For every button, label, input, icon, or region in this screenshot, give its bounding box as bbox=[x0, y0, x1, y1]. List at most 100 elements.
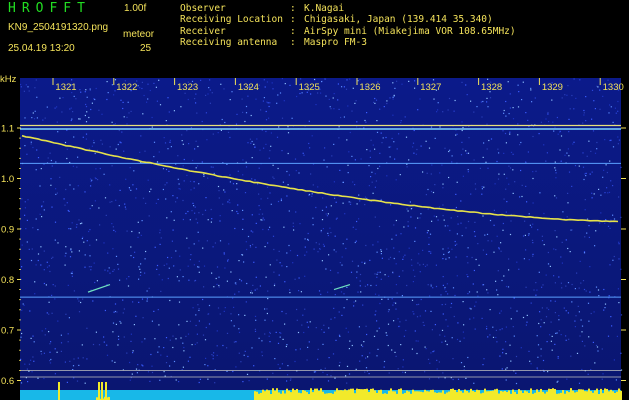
noise-dot bbox=[559, 131, 561, 133]
noise-dot bbox=[433, 215, 435, 217]
noise-dot bbox=[390, 204, 392, 206]
noise-dot bbox=[226, 332, 229, 334]
level-bar bbox=[430, 389, 432, 400]
noise-dot bbox=[71, 118, 73, 120]
noise-dot bbox=[296, 254, 299, 257]
noise-dot bbox=[550, 340, 552, 342]
noise-dot bbox=[71, 272, 73, 275]
noise-dot bbox=[364, 261, 366, 263]
noise-dot bbox=[55, 161, 57, 163]
noise-dot bbox=[393, 320, 395, 322]
noise-dot bbox=[93, 139, 95, 142]
noise-dot bbox=[475, 301, 477, 303]
noise-dot bbox=[541, 286, 543, 288]
noise-dot bbox=[308, 194, 310, 196]
noise-dot bbox=[400, 120, 402, 122]
noise-dot bbox=[594, 245, 596, 247]
noise-dot bbox=[366, 149, 368, 151]
level-bar bbox=[518, 389, 520, 400]
noise-dot bbox=[346, 139, 348, 141]
noise-dot bbox=[20, 336, 22, 338]
noise-dot bbox=[519, 196, 521, 198]
noise-dot bbox=[485, 253, 488, 255]
noise-dot bbox=[269, 192, 271, 194]
noise-dot bbox=[273, 271, 275, 273]
noise-dot bbox=[195, 324, 197, 327]
noise-dot bbox=[531, 239, 534, 241]
noise-dot bbox=[470, 100, 472, 102]
noise-dot bbox=[441, 164, 443, 166]
noise-dot bbox=[554, 300, 556, 302]
noise-dot bbox=[291, 117, 293, 119]
level-bar bbox=[300, 393, 302, 400]
noise-dot bbox=[173, 110, 175, 112]
noise-dot bbox=[359, 360, 361, 362]
level-bar bbox=[408, 391, 410, 400]
noise-dot bbox=[615, 112, 617, 114]
noise-dot bbox=[410, 208, 412, 210]
noise-dot bbox=[425, 140, 427, 142]
noise-dot bbox=[216, 283, 218, 285]
noise-dot bbox=[124, 203, 126, 205]
noise-dot bbox=[567, 85, 569, 87]
level-bar bbox=[406, 390, 408, 400]
noise-dot bbox=[540, 319, 542, 321]
noise-dot bbox=[374, 148, 376, 150]
noise-dot bbox=[194, 206, 196, 208]
noise-dot bbox=[435, 285, 438, 288]
noise-dot bbox=[335, 201, 337, 203]
noise-dot bbox=[151, 126, 153, 128]
noise-dot bbox=[164, 142, 167, 144]
noise-dot bbox=[322, 343, 324, 345]
noise-dot bbox=[422, 249, 424, 251]
noise-dot bbox=[66, 129, 68, 131]
noise-dot bbox=[256, 138, 258, 140]
noise-dot bbox=[111, 360, 113, 362]
noise-dot bbox=[329, 227, 331, 229]
level-spike bbox=[101, 382, 103, 400]
noise-dot bbox=[20, 382, 23, 384]
level-bar bbox=[592, 392, 594, 400]
noise-dot bbox=[130, 246, 132, 248]
noise-dot bbox=[477, 295, 479, 297]
noise-dot bbox=[250, 114, 252, 117]
noise-dot bbox=[172, 335, 174, 337]
noise-dot bbox=[528, 125, 530, 128]
noise-dot bbox=[49, 362, 52, 364]
noise-dot bbox=[246, 282, 248, 285]
noise-dot bbox=[583, 178, 585, 181]
noise-dot bbox=[493, 224, 495, 226]
noise-dot bbox=[255, 222, 257, 224]
noise-dot bbox=[264, 86, 266, 88]
noise-dot bbox=[158, 324, 160, 326]
noise-dot bbox=[89, 207, 91, 210]
noise-dot bbox=[568, 118, 570, 120]
noise-dot bbox=[41, 205, 43, 207]
noise-dot bbox=[286, 252, 288, 254]
noise-dot bbox=[503, 198, 505, 200]
noise-dot bbox=[434, 137, 436, 139]
noise-dot bbox=[429, 295, 431, 297]
noise-dot bbox=[20, 358, 22, 360]
noise-dot bbox=[465, 150, 467, 152]
noise-dot bbox=[138, 278, 140, 280]
noise-dot bbox=[473, 269, 475, 272]
noise-dot bbox=[203, 173, 205, 175]
noise-dot bbox=[540, 348, 542, 350]
noise-dot bbox=[254, 289, 256, 291]
noise-dot bbox=[292, 262, 294, 264]
level-bar bbox=[486, 391, 488, 400]
noise-dot bbox=[483, 186, 485, 188]
noise-dot bbox=[265, 130, 267, 133]
noise-dot bbox=[505, 211, 507, 213]
noise-dot bbox=[347, 164, 349, 166]
noise-dot bbox=[91, 102, 93, 104]
noise-dot bbox=[99, 167, 101, 170]
noise-dot bbox=[94, 200, 96, 202]
noise-dot bbox=[537, 344, 540, 346]
noise-dot bbox=[201, 161, 203, 163]
noise-dot bbox=[355, 300, 357, 302]
noise-dot bbox=[466, 256, 468, 258]
noise-dot bbox=[146, 290, 148, 292]
noise-dot bbox=[595, 344, 598, 347]
